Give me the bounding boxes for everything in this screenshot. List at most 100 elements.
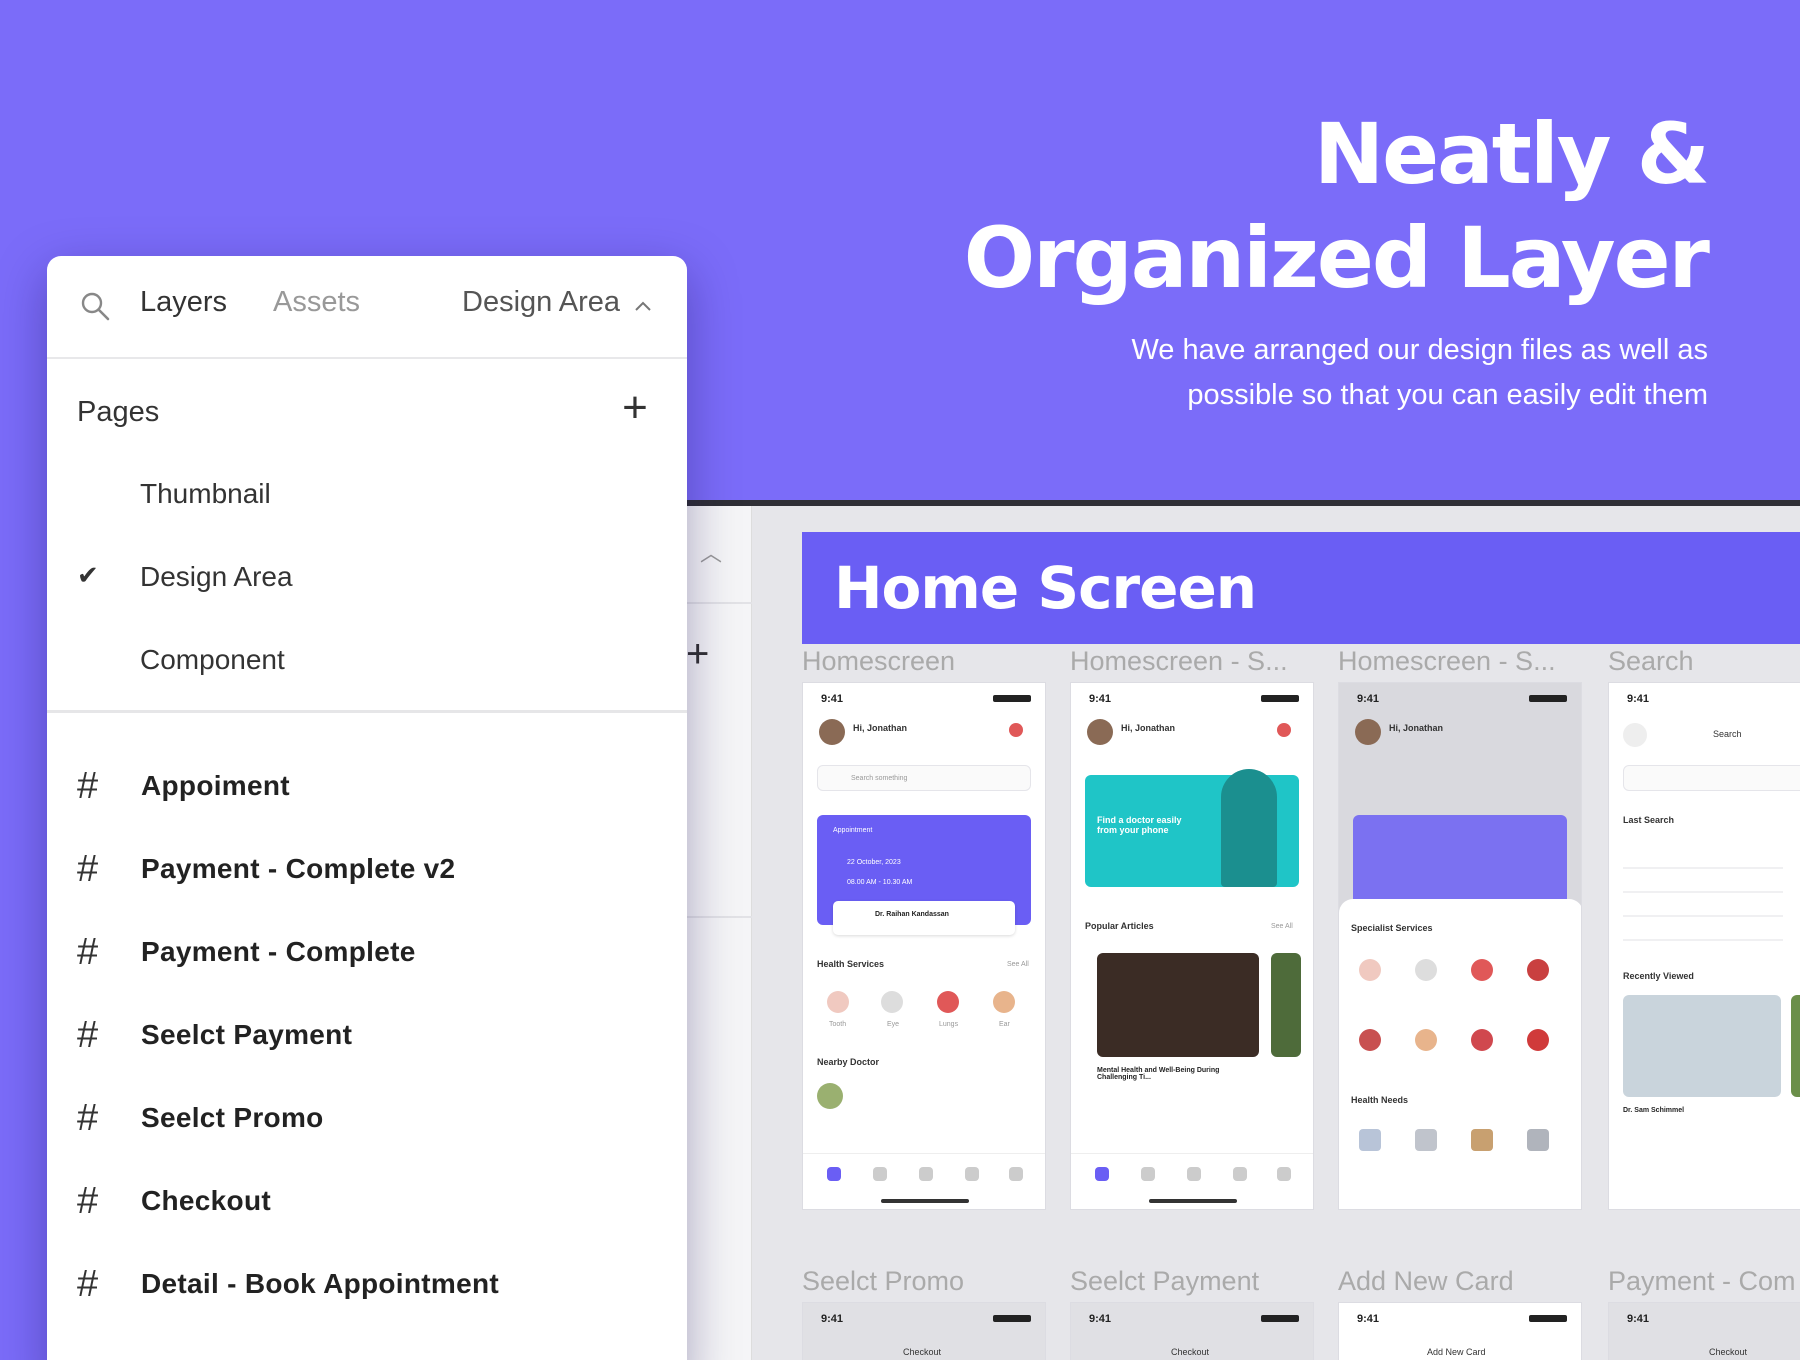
layer-item[interactable]: # Payment - Complete v2 xyxy=(77,839,677,899)
chevron-up-icon[interactable] xyxy=(633,298,653,314)
article-image[interactable] xyxy=(1097,953,1259,1057)
eye-icon[interactable] xyxy=(1415,959,1437,981)
tooth-icon[interactable] xyxy=(827,991,849,1013)
intestine-icon[interactable] xyxy=(1527,959,1549,981)
panel-tabs: Layers Assets Design Area xyxy=(47,256,687,359)
page-item-design-area[interactable]: Design Area xyxy=(140,561,293,593)
check-icon: ✔ xyxy=(77,560,99,590)
message-icon[interactable] xyxy=(1233,1167,1247,1181)
hospital-icon[interactable] xyxy=(1415,1129,1437,1151)
frame-label[interactable]: Payment - Com xyxy=(1608,1266,1796,1297)
appointment-card[interactable] xyxy=(1353,815,1567,905)
search-field[interactable] xyxy=(817,765,1031,791)
frame-add-new-card[interactable]: 9:41 Add New Card xyxy=(1338,1302,1582,1360)
back-icon[interactable] xyxy=(1623,723,1647,747)
store-icon[interactable] xyxy=(919,1167,933,1181)
frame-label[interactable]: Search xyxy=(1608,646,1694,677)
message-icon[interactable] xyxy=(965,1167,979,1181)
plus-icon[interactable]: + xyxy=(686,632,709,677)
appointment-time: 08.00 AM - 10.30 AM xyxy=(847,879,913,886)
layer-item[interactable]: # Seelct Payment xyxy=(77,1005,677,1065)
page-dropdown[interactable]: Design Area xyxy=(462,286,620,319)
frame-homescreen-2[interactable]: 9:41 Hi, Jonathan Find a doctor easily f… xyxy=(1070,682,1314,1210)
home-icon[interactable] xyxy=(1095,1167,1109,1181)
hero-subtitle: We have arranged our design files as wel… xyxy=(1068,328,1708,418)
layer-name: Appoiment xyxy=(141,770,290,801)
notification-icon[interactable] xyxy=(1277,723,1291,737)
frame-select-promo[interactable]: 9:41 Checkout xyxy=(802,1302,1046,1360)
tab-assets[interactable]: Assets xyxy=(273,286,360,319)
kidney-icon[interactable] xyxy=(1359,1029,1381,1051)
recent-search-list[interactable] xyxy=(1623,845,1783,945)
lungs-icon[interactable] xyxy=(1471,959,1493,981)
store-icon[interactable] xyxy=(1187,1167,1201,1181)
ear-icon[interactable] xyxy=(993,991,1015,1013)
profile-icon[interactable] xyxy=(1277,1167,1291,1181)
practitioner-icon[interactable] xyxy=(1471,1129,1493,1151)
hero-title: Neatly & Organized Layer xyxy=(888,102,1710,310)
frame-homescreen-3[interactable]: 9:41 Hi, Jonathan Specialist Services He… xyxy=(1338,682,1582,1210)
layer-item[interactable]: # Detail - Book Appointment xyxy=(77,1254,677,1314)
see-all-link[interactable]: See All xyxy=(1007,961,1029,968)
frame-payment-complete[interactable]: 9:41 Checkout xyxy=(1608,1302,1800,1360)
bottom-sheet[interactable] xyxy=(1339,899,1581,1209)
search-field[interactable] xyxy=(1623,765,1800,791)
see-all-link[interactable]: See All xyxy=(1271,923,1293,930)
add-page-button[interactable]: + xyxy=(615,383,655,433)
home-indicator xyxy=(881,1199,969,1203)
ear-icon[interactable] xyxy=(1415,1029,1437,1051)
doctor-card[interactable] xyxy=(833,901,1015,935)
screen-title: Checkout xyxy=(1171,1347,1210,1357)
layer-item[interactable]: # Appoiment xyxy=(77,756,677,816)
pages-resize-divider[interactable] xyxy=(47,710,687,713)
calendar-icon[interactable] xyxy=(873,1167,887,1181)
search-icon[interactable] xyxy=(79,290,111,322)
design-canvas[interactable]: ︿ + Home Screen Homescreen Homescreen - … xyxy=(686,500,1800,1360)
article-image[interactable] xyxy=(1271,953,1301,1057)
tooth-icon[interactable] xyxy=(1359,959,1381,981)
calendar-icon[interactable] xyxy=(1141,1167,1155,1181)
status-icons xyxy=(1261,695,1299,702)
appointment-label: Appointment xyxy=(833,827,873,834)
search-placeholder: Search something xyxy=(851,775,908,782)
frame-label[interactable]: Add New Card xyxy=(1338,1266,1514,1297)
status-icons xyxy=(1261,1315,1299,1322)
status-time: 9:41 xyxy=(821,1313,844,1325)
layer-item[interactable]: # Checkout xyxy=(77,1171,677,1231)
lungs-icon[interactable] xyxy=(937,991,959,1013)
page-item-component[interactable]: Component xyxy=(140,644,285,676)
ambulance-icon[interactable] xyxy=(1527,1129,1549,1151)
chevron-up-icon[interactable]: ︿ xyxy=(700,536,722,568)
frame-hash-icon: # xyxy=(77,1262,99,1305)
profile-icon[interactable] xyxy=(1009,1167,1023,1181)
doctor-photo[interactable] xyxy=(1623,995,1781,1097)
frame-label[interactable]: Seelct Promo xyxy=(802,1266,964,1297)
frame-label[interactable]: Homescreen - S... xyxy=(1070,646,1288,677)
blood-icon[interactable] xyxy=(1527,1029,1549,1051)
frame-search[interactable]: 9:41 Search Last Search Recently Viewed … xyxy=(1608,682,1800,1210)
layer-item[interactable]: # Seelct Promo xyxy=(77,1088,677,1148)
layer-item[interactable]: # Payment - Complete xyxy=(77,922,677,982)
divider xyxy=(1071,1153,1313,1154)
tab-layers[interactable]: Layers xyxy=(140,286,227,319)
doctor-photo[interactable] xyxy=(1791,995,1800,1097)
layer-name: Payment - Complete v2 xyxy=(141,853,456,884)
notification-icon[interactable] xyxy=(1009,723,1023,737)
status-time: 9:41 xyxy=(1357,1313,1380,1325)
heart-icon[interactable] xyxy=(1471,1029,1493,1051)
home-icon[interactable] xyxy=(827,1167,841,1181)
frame-homescreen[interactable]: 9:41 Hi, Jonathan Search something Appoi… xyxy=(802,682,1046,1210)
frame-select-payment[interactable]: 9:41 Checkout xyxy=(1070,1302,1314,1360)
service-label: Tooth xyxy=(829,1021,847,1028)
frame-hash-icon: # xyxy=(77,1179,99,1222)
page-item-thumbnail[interactable]: Thumbnail xyxy=(140,478,271,510)
layers-panel: Layers Assets Design Area Pages + Thumbn… xyxy=(47,256,687,1360)
frame-label[interactable]: Homescreen xyxy=(802,646,955,677)
frame-label[interactable]: Homescreen - S... xyxy=(1338,646,1556,677)
eye-icon[interactable] xyxy=(881,991,903,1013)
layer-name: Payment - Complete xyxy=(141,936,416,967)
pharmacy-icon[interactable] xyxy=(1359,1129,1381,1151)
frame-label[interactable]: Seelct Payment xyxy=(1070,1266,1259,1297)
status-time: 9:41 xyxy=(821,693,844,705)
section-heading: Popular Articles xyxy=(1085,921,1154,931)
